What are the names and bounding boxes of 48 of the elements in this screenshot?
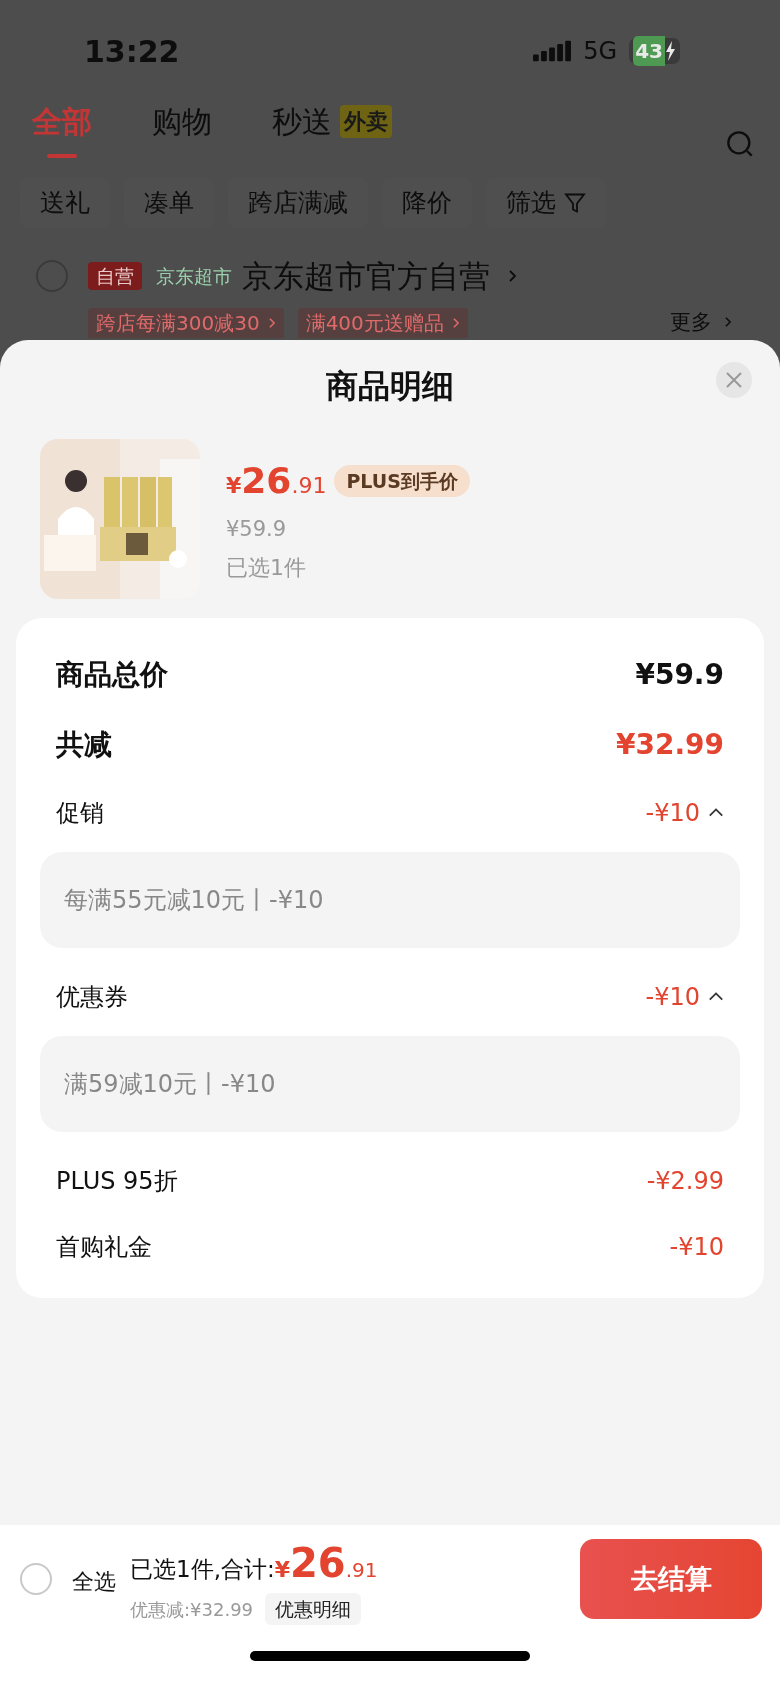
chevron-icon — [724, 316, 732, 329]
discount-detail-button[interactable]: 优惠明细 — [265, 1592, 362, 1626]
network-label: 5G — [583, 36, 618, 68]
total-label: 商品总价 — [56, 657, 168, 693]
selected-count: 已选1件 — [226, 554, 307, 583]
promo-tag[interactable]: 跨店每满300减30 — [88, 308, 284, 338]
chevron-icon — [451, 317, 460, 329]
takeout-badge: 外卖 — [340, 105, 392, 139]
discount-item-label: 首购礼金 — [56, 1232, 152, 1263]
filter-icon — [564, 191, 586, 214]
product-price: ¥26.91 — [226, 458, 327, 503]
self-operated-tag: 自营 — [88, 261, 142, 291]
store-name: 京东超市官方自营 — [242, 256, 490, 296]
discount-value: ¥32.99 — [615, 727, 724, 763]
category-tab[interactable]: 全部 — [32, 85, 92, 159]
total-value: ¥59.9 — [635, 657, 724, 693]
discount-label: 共减 — [56, 727, 112, 763]
discount-item-label: 促销 — [56, 798, 104, 829]
sheet-title: 商品明细 — [326, 366, 454, 407]
search-icon — [726, 130, 754, 159]
chevron-icon — [508, 268, 517, 283]
category-tab[interactable]: 秒送 外卖 — [272, 85, 392, 159]
discount-item-label: PLUS 95折 — [56, 1166, 178, 1197]
battery-indicator: 43 — [629, 38, 680, 65]
plus-price-badge: PLUS到手价 — [334, 464, 470, 497]
select-all-label: 全选 — [72, 1567, 116, 1596]
discount-detail: 满59减10元丨-¥10 — [40, 1036, 740, 1132]
checkout-button[interactable]: 去结算 — [580, 1539, 762, 1619]
discount-item-value: -¥10 — [645, 798, 700, 829]
savings-text: 优惠减:¥32.99 — [130, 1597, 254, 1622]
close-button[interactable] — [716, 362, 752, 398]
discount-item-value: -¥10 — [669, 1232, 724, 1263]
category-tab[interactable]: 购物 — [152, 85, 212, 159]
discount-item-value: -¥10 — [645, 982, 700, 1013]
status-time: 13:22 — [84, 32, 180, 71]
select-all-checkbox[interactable] — [20, 1563, 52, 1595]
discount-item-label: 优惠券 — [56, 982, 128, 1013]
close-icon — [725, 371, 743, 389]
original-price: ¥59.9 — [226, 515, 288, 543]
discount-detail: 每满55元减10元丨-¥10 — [40, 852, 740, 948]
total-summary-label: 已选1件,合计: — [130, 1554, 275, 1584]
chevron-icon — [267, 317, 276, 329]
signal-icon — [533, 40, 572, 63]
promo-tag[interactable]: 满400元送赠品 — [297, 308, 468, 338]
more-link[interactable]: 更多 — [670, 306, 732, 338]
discount-item-value: -¥2.99 — [646, 1166, 724, 1197]
channel-tag: 京东超市 — [156, 261, 232, 291]
total-price: ¥26.91 — [274, 1538, 378, 1588]
